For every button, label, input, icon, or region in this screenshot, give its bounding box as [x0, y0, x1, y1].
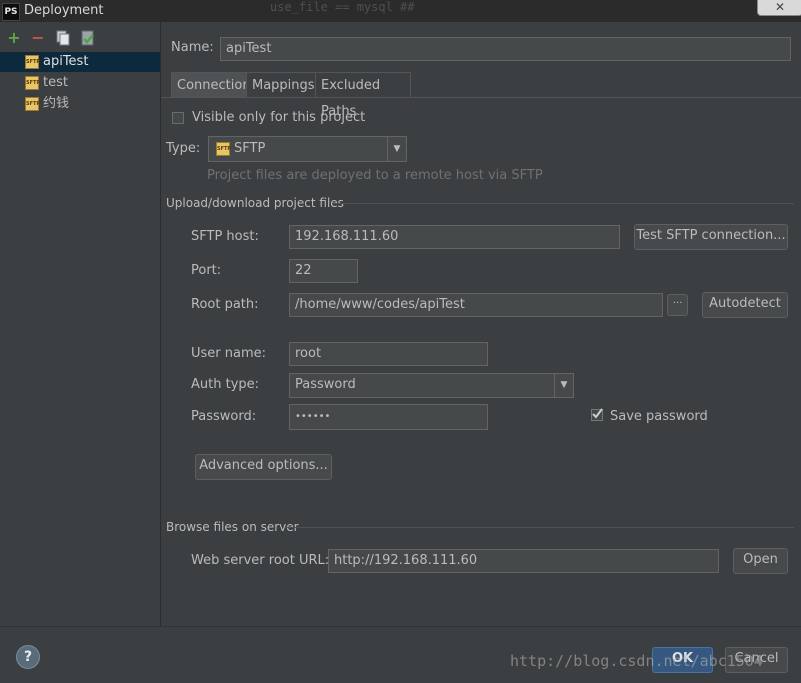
server-item-yueqian[interactable]: SFTP 约钱 — [0, 94, 160, 114]
sftp-icon: SFTP — [25, 96, 40, 111]
remove-server-icon[interactable]: − — [30, 30, 46, 46]
user-name-label: User name: — [191, 346, 267, 361]
tab-mappings[interactable]: Mappings — [246, 72, 316, 98]
title-bar: PS Deployment use_file == mysql ## ✕ — [0, 0, 801, 22]
browse-root-path-button[interactable]: ··· — [667, 294, 688, 316]
name-input[interactable]: apiTest — [220, 37, 791, 61]
browse-section-title: Browse files on server — [166, 520, 299, 534]
auth-type-select[interactable]: Password ▼ — [289, 373, 574, 398]
auth-type-label: Auth type: — [191, 377, 260, 392]
tab-underline — [161, 97, 801, 98]
upload-section-title: Upload/download project files — [166, 196, 344, 210]
tab-connection[interactable]: Connection — [171, 72, 251, 98]
user-name-input[interactable]: root — [289, 342, 488, 366]
chevron-down-icon: ▼ — [387, 137, 406, 161]
server-item-apitest[interactable]: SFTP apiTest — [0, 52, 160, 72]
close-window-button[interactable]: ✕ — [757, 0, 801, 16]
server-item-label: 约钱 — [43, 96, 70, 111]
visible-only-label: Visible only for this project — [192, 110, 366, 125]
server-item-label: test — [43, 75, 68, 90]
save-password-checkbox[interactable] — [591, 408, 603, 421]
sftp-icon: SFTP — [25, 54, 40, 69]
web-root-url-label: Web server root URL: — [191, 553, 330, 568]
server-item-test[interactable]: SFTP test — [0, 73, 160, 93]
sftp-icon: SFTP — [216, 141, 231, 156]
autodetect-button[interactable]: Autodetect — [702, 292, 788, 318]
upload-section-divider — [332, 203, 794, 204]
auth-type-value: Password — [295, 377, 356, 392]
tab-excluded-paths[interactable]: Excluded Paths — [315, 72, 411, 119]
type-select[interactable]: SFTP SFTP ▼ — [208, 136, 407, 162]
password-label: Password: — [191, 409, 257, 424]
save-password-label: Save password — [610, 409, 708, 424]
type-hint: Project files are deployed to a remote h… — [207, 168, 543, 183]
server-item-label: apiTest — [43, 54, 89, 69]
sftp-icon: SFTP — [25, 75, 40, 90]
set-default-server-icon[interactable] — [80, 30, 96, 46]
advanced-options-button[interactable]: Advanced options... — [195, 454, 332, 480]
chevron-down-icon: ▼ — [554, 374, 573, 397]
type-select-value: SFTP — [234, 141, 266, 156]
watermark-text: http://blog.csdn.net/abc1504 — [510, 652, 763, 670]
root-path-input[interactable]: /home/www/codes/apiTest — [289, 293, 663, 317]
copy-server-icon[interactable] — [55, 30, 71, 46]
type-label: Type: — [166, 141, 201, 156]
password-input[interactable]: •••••• — [289, 404, 488, 430]
checkmark-icon — [592, 408, 603, 419]
sftp-host-label: SFTP host: — [191, 229, 259, 244]
background-code-text: use_file == mysql ## — [270, 0, 415, 14]
web-root-url-input[interactable]: http://192.168.111.60 — [328, 549, 719, 573]
server-list-pane: + − SFTP apiTest SFTP test SFTP 约钱 — [0, 22, 161, 626]
port-input[interactable]: 22 — [289, 259, 358, 283]
visible-only-checkbox[interactable] — [172, 112, 184, 124]
port-label: Port: — [191, 263, 222, 278]
help-icon[interactable]: ? — [16, 645, 40, 669]
name-label: Name: — [171, 40, 214, 55]
window-title: Deployment — [24, 3, 104, 18]
root-path-label: Root path: — [191, 297, 259, 312]
browse-section-divider — [285, 527, 794, 528]
sftp-host-input[interactable]: 192.168.111.60 — [289, 225, 620, 249]
phpstorm-app-icon: PS — [2, 3, 20, 21]
test-sftp-connection-button[interactable]: Test SFTP connection... — [634, 224, 788, 250]
open-url-button[interactable]: Open — [733, 548, 788, 574]
add-server-icon[interactable]: + — [6, 30, 22, 46]
